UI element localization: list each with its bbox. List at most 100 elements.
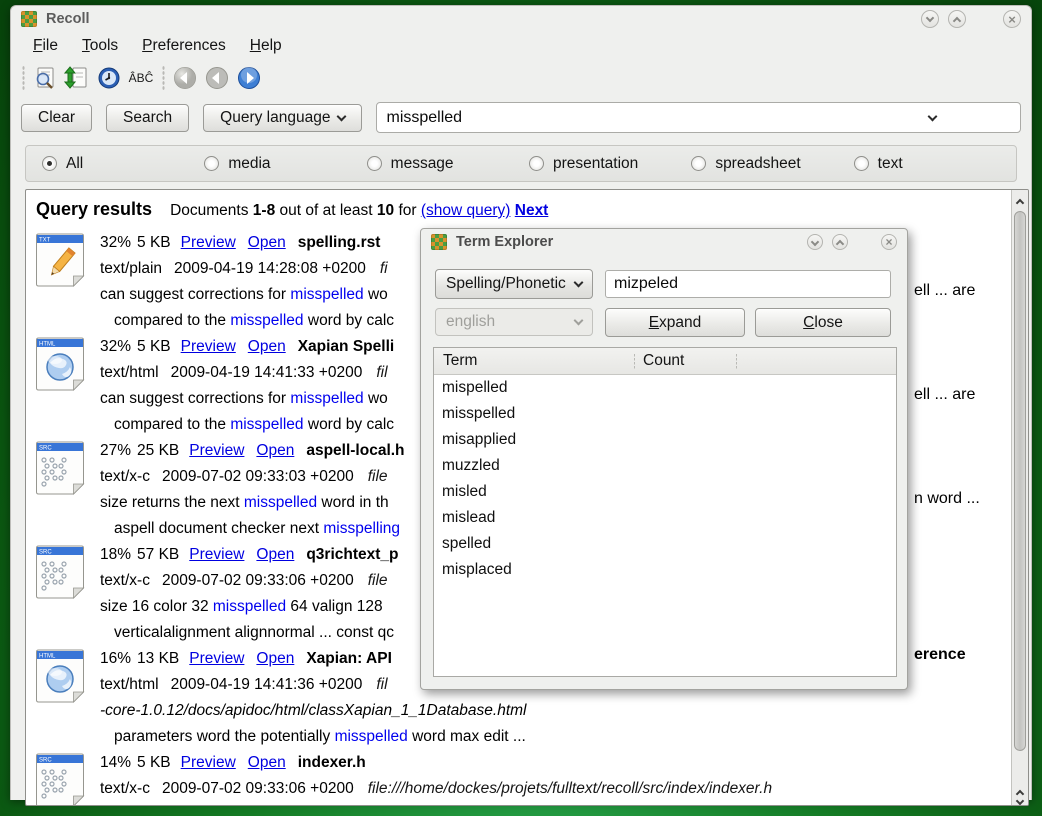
relevance-percent: 16%	[100, 650, 131, 667]
open-link[interactable]: Open	[256, 546, 294, 563]
search-row: Clear Search Query language misspelled	[11, 96, 1031, 141]
menu-tools[interactable]: Tools	[72, 34, 128, 58]
term-explorer-dialog: Term Explorer × Spelling/Phonetic mizpel…	[420, 228, 908, 690]
previous-page-icon	[201, 63, 233, 93]
term-table-header[interactable]: Term Count	[434, 348, 896, 375]
close-button[interactable]: Close	[755, 308, 891, 337]
scroll-down-icon[interactable]	[1015, 794, 1025, 803]
doc-url: file	[368, 572, 388, 589]
clear-button[interactable]: Clear	[21, 104, 92, 132]
close-icon[interactable]: ×	[881, 234, 897, 250]
preview-link[interactable]: Preview	[189, 546, 244, 563]
term-row[interactable]: misapplied	[434, 427, 896, 453]
term-row[interactable]: muzzled	[434, 453, 896, 479]
open-link[interactable]: Open	[256, 650, 294, 667]
show-query-link[interactable]: (show query)	[421, 202, 511, 219]
open-link[interactable]: Open	[248, 754, 286, 771]
doc-url: fi	[380, 260, 388, 277]
mime-type: text/x-c	[100, 468, 150, 485]
svg-text:SRC: SRC	[39, 446, 52, 452]
snippet-line: -core-1.0.12/docs/apidoc/html/classXapia…	[100, 698, 527, 724]
filter-radio-text[interactable]: text	[854, 155, 1016, 173]
doc-date: 2009-07-02 09:33:06 +0200	[162, 572, 354, 589]
radio-icon[interactable]	[529, 156, 544, 171]
dialog-titlebar[interactable]: Term Explorer ×	[421, 229, 907, 255]
filter-label: All	[66, 155, 83, 173]
preview-link[interactable]: Preview	[181, 754, 236, 771]
filter-radio-message[interactable]: message	[367, 155, 529, 173]
maximize-icon[interactable]	[948, 10, 966, 28]
menu-preferences[interactable]: Preferences	[132, 34, 236, 58]
preview-link[interactable]: Preview	[189, 650, 244, 667]
sort-results-icon[interactable]	[61, 63, 93, 93]
html-file-icon[interactable]: HTML	[34, 336, 86, 392]
result-title: spelling.rst	[298, 234, 381, 251]
filter-radio-presentation[interactable]: presentation	[529, 155, 691, 173]
preview-link[interactable]: Preview	[189, 442, 244, 459]
results-scrollbar[interactable]	[1011, 190, 1028, 805]
src-file-icon[interactable]: SRC	[34, 752, 86, 805]
search-button[interactable]: Search	[106, 104, 189, 132]
open-link[interactable]: Open	[256, 442, 294, 459]
radio-icon[interactable]	[691, 156, 706, 171]
filter-radio-spreadsheet[interactable]: spreadsheet	[691, 155, 853, 173]
term-column-header[interactable]: Term	[434, 352, 639, 370]
scroll-up-icon[interactable]	[1015, 193, 1025, 202]
document-preview-icon[interactable]	[29, 63, 61, 93]
next-page-link[interactable]: Next	[515, 202, 549, 219]
result-title: indexer.h	[298, 754, 366, 771]
minimize-icon[interactable]	[807, 234, 823, 250]
snippet-line: compared to the misspelled word by calc	[100, 308, 394, 334]
term-row[interactable]: mislead	[434, 505, 896, 531]
first-page-icon	[169, 63, 201, 93]
filter-radio-all[interactable]: All	[42, 155, 204, 173]
radio-icon[interactable]	[367, 156, 382, 171]
radio-icon[interactable]	[204, 156, 219, 171]
mime-type: text/html	[100, 364, 159, 381]
recoll-app-icon	[21, 11, 37, 27]
relevance-percent: 18%	[100, 546, 131, 563]
snippet-line: can suggest corrections for misspelled w…	[100, 282, 394, 308]
scroll-up-icon[interactable]	[1015, 784, 1025, 793]
radio-icon[interactable]	[854, 156, 869, 171]
file-size: 57 KB	[137, 546, 179, 563]
term-row[interactable]: mispelled	[434, 375, 896, 401]
close-icon[interactable]: ×	[1003, 10, 1021, 28]
svg-text:HTML: HTML	[39, 342, 56, 348]
relevance-percent: 32%	[100, 234, 131, 251]
open-link[interactable]: Open	[248, 338, 286, 355]
expansion-mode-combobox[interactable]: Spelling/Phonetic	[435, 269, 593, 299]
menu-file[interactable]: File	[23, 34, 68, 58]
language-combobox: english	[435, 308, 593, 336]
doc-url: file	[368, 468, 388, 485]
term-explorer-icon[interactable]: ÂBĈ	[125, 63, 157, 93]
chevron-down-icon[interactable]	[928, 111, 938, 121]
filter-radio-media[interactable]: media	[204, 155, 366, 173]
query-mode-combobox[interactable]: Query language	[203, 104, 362, 132]
term-row[interactable]: misspelled	[434, 401, 896, 427]
search-input[interactable]: misspelled	[376, 102, 1021, 133]
minimize-icon[interactable]	[921, 10, 939, 28]
scrollbar-thumb[interactable]	[1014, 211, 1026, 751]
term-row[interactable]: misled	[434, 479, 896, 505]
count-column-header[interactable]: Count	[639, 352, 684, 370]
preview-link[interactable]: Preview	[181, 234, 236, 251]
html-file-icon[interactable]: HTML	[34, 648, 86, 704]
menu-help[interactable]: Help	[240, 34, 292, 58]
next-page-icon[interactable]	[233, 63, 265, 93]
src-file-icon[interactable]: SRC	[34, 440, 86, 496]
expand-button[interactable]: Expand	[605, 308, 745, 337]
history-clock-icon[interactable]	[93, 63, 125, 93]
maximize-icon[interactable]	[832, 234, 848, 250]
term-row[interactable]: spelled	[434, 531, 896, 557]
term-row[interactable]: misplaced	[434, 557, 896, 583]
svg-text:SRC: SRC	[39, 550, 52, 556]
term-input[interactable]: mizpeled	[605, 270, 891, 298]
file-size: 5 KB	[137, 754, 171, 771]
open-link[interactable]: Open	[248, 234, 286, 251]
txt-file-icon[interactable]: TXT	[34, 232, 86, 288]
radio-icon[interactable]	[42, 156, 57, 171]
src-file-icon[interactable]: SRC	[34, 544, 86, 600]
preview-link[interactable]: Preview	[181, 338, 236, 355]
main-titlebar[interactable]: Recoll ×	[11, 6, 1031, 32]
